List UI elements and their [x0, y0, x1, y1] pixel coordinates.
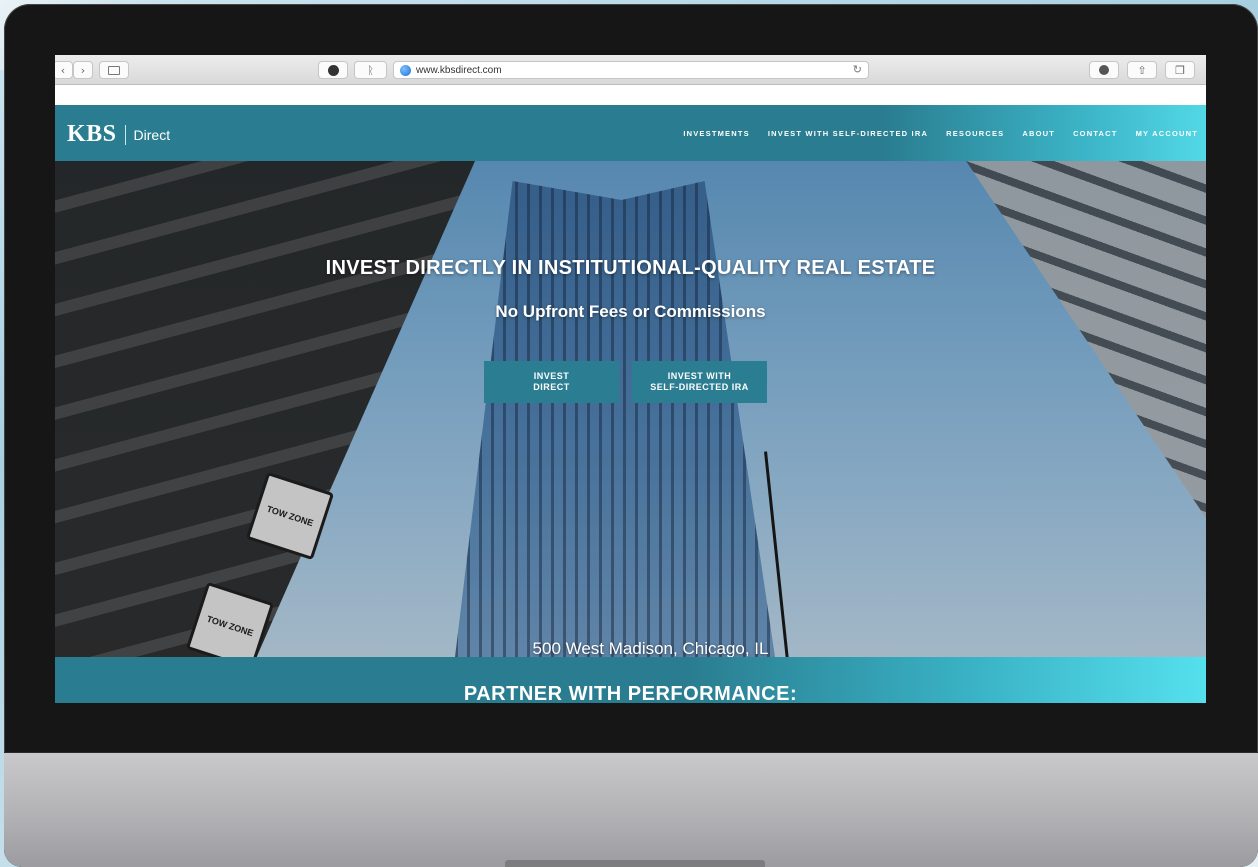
main-nav: INVESTMENTS INVEST WITH SELF-DIRECTED IR…	[683, 129, 1198, 138]
monitor-stand	[505, 860, 765, 867]
performance-band: PARTNER WITH PERFORMANCE:	[55, 657, 1206, 703]
site-header: KBS Direct INVESTMENTS INVEST WITH SELF-…	[55, 105, 1206, 161]
browser-toolbar: ‹ › ᚱ www.kbsdirect.com ↻ ⇧ ❐	[55, 55, 1206, 85]
nav-contact[interactable]: CONTACT	[1073, 129, 1118, 138]
sidebar-icon	[108, 65, 120, 75]
logo-divider	[124, 124, 126, 145]
nav-about[interactable]: ABOUT	[1022, 129, 1055, 138]
tabs-icon: ❐	[1175, 63, 1185, 77]
extension-icon: ᚱ	[367, 63, 374, 77]
nav-investments[interactable]: INVESTMENTS	[683, 129, 750, 138]
hero-section: TOW ZONE TOW ZONE INVEST DIRECTLY IN INS…	[55, 161, 1206, 657]
address-bar[interactable]: www.kbsdirect.com ↻	[393, 61, 869, 79]
band-title: PARTNER WITH PERFORMANCE:	[463, 683, 798, 703]
sidebar-button[interactable]	[99, 61, 129, 79]
pinterest-icon	[327, 64, 339, 76]
back-button[interactable]: ‹	[55, 61, 73, 79]
nav-my-account[interactable]: MY ACCOUNT	[1136, 129, 1198, 138]
share-icon: ⇧	[1137, 63, 1147, 77]
logo-direct: Direct	[133, 126, 171, 143]
logo-kbs: KBS	[67, 121, 117, 147]
chevron-left-icon: ‹	[60, 63, 66, 77]
download-icon	[1099, 65, 1109, 75]
monitor-chin	[4, 752, 1258, 867]
hero-overlay	[55, 161, 1206, 657]
site-logo[interactable]: KBS Direct	[67, 121, 170, 148]
hero-subtitle: No Upfront Fees or Commissions	[495, 302, 766, 321]
nav-invest-self-directed-ira[interactable]: INVEST WITH SELF-DIRECTED IRA	[768, 129, 928, 138]
hero-caption: 500 West Madison, Chicago, IL	[532, 639, 769, 657]
extension-button[interactable]: ᚱ	[354, 61, 387, 79]
url-text: www.kbsdirect.com	[416, 64, 502, 76]
download-button[interactable]	[1089, 61, 1119, 79]
page-top-strip	[55, 85, 1206, 105]
nav-resources[interactable]: RESOURCES	[946, 129, 1004, 138]
forward-button[interactable]: ›	[73, 61, 93, 79]
pinterest-button[interactable]	[318, 61, 348, 79]
screen: ‹ › ᚱ www.kbsdirect.com ↻ ⇧ ❐ KBS Direct…	[55, 55, 1206, 703]
share-button[interactable]: ⇧	[1127, 61, 1157, 79]
reload-icon[interactable]: ↻	[853, 63, 862, 76]
hero-title: INVEST DIRECTLY IN INSTITUTIONAL-QUALITY…	[325, 257, 936, 279]
tabs-button[interactable]: ❐	[1165, 61, 1195, 79]
chevron-right-icon: ›	[80, 63, 86, 77]
globe-icon	[400, 64, 411, 76]
invest-ira-button[interactable]: INVEST WITH SELF-DIRECTED IRA	[632, 361, 767, 403]
invest-direct-button[interactable]: INVEST DIRECT	[484, 361, 619, 403]
